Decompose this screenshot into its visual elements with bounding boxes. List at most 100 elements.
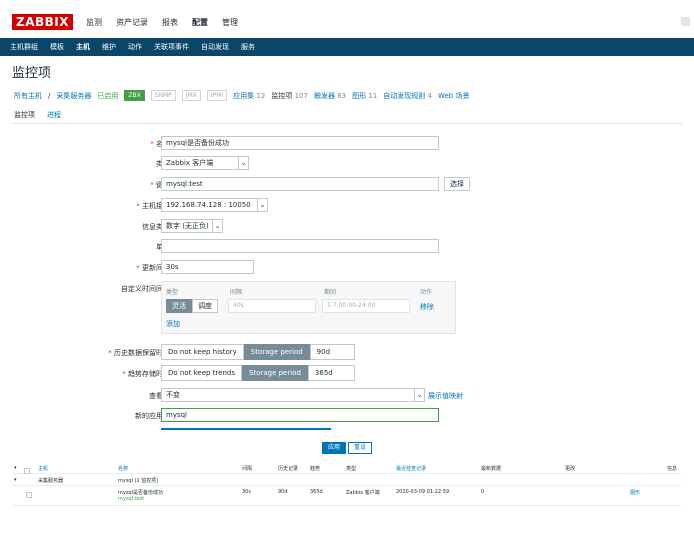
group-host: 采集服务器 — [38, 478, 64, 484]
custom-col-type: 类型 — [166, 289, 179, 296]
key-row: * 键值 mysql.test 选择 — [12, 177, 682, 191]
top-menu-reports[interactable]: 报表 — [162, 17, 178, 28]
col-lastcheck[interactable]: 最近检查记录 — [396, 465, 426, 472]
col-interval: 间隔 — [242, 466, 253, 472]
subnav-correlation[interactable]: 关联项事件 — [154, 42, 189, 52]
show-valuemap-link[interactable]: 展示值映射 — [428, 391, 463, 401]
top-menu-configuration[interactable]: 配置 — [192, 17, 208, 28]
subnav-actions[interactable]: 动作 — [128, 42, 142, 52]
col-type: 类型 — [346, 466, 357, 472]
breadcrumb-applications[interactable]: 应用集 12 — [233, 91, 265, 101]
row-graph-link[interactable]: 图形 — [630, 489, 640, 496]
trend-no-keep-button[interactable]: Do not keep trends — [161, 365, 242, 381]
subnav-maintenance[interactable]: 维护 — [102, 42, 116, 52]
info-type-row: 信息类型 数字 (无正负) ⌄ — [12, 219, 682, 233]
row-checkbox[interactable] — [26, 492, 32, 498]
user-icon[interactable] — [681, 17, 690, 26]
top-menu: 监测 资产记录 报表 配置 管理 — [86, 17, 238, 28]
col-trends: 趋势 — [310, 466, 321, 472]
info-type-select[interactable]: 数字 (无正负) ⌄ — [161, 219, 223, 233]
lower-action-bar: 应用 重设 — [12, 440, 682, 456]
history-no-keep-button[interactable]: Do not keep history — [161, 344, 244, 360]
breadcrumb-graphs[interactable]: 图形 11 — [352, 91, 377, 101]
row-trends: 365d — [310, 489, 323, 495]
top-menu-administration[interactable]: 管理 — [222, 17, 238, 28]
subnav-hosts[interactable]: 主机 — [76, 42, 90, 52]
name-row: * 名称 mysql是否备份成功 — [12, 136, 682, 150]
chevron-down-icon: ⌄ — [238, 157, 248, 169]
unit-row: 单位 — [12, 239, 682, 253]
history-row: * 历史数据保留时长 Do not keep history Storage p… — [12, 344, 682, 360]
breadcrumb-triggers[interactable]: 触发器 63 — [314, 91, 346, 101]
col-info: 信息 — [667, 466, 678, 472]
row-history: 90d — [278, 489, 288, 495]
interface-select[interactable]: 192.168.74.128 : 10050 ⌄ — [161, 198, 268, 212]
collapse-icon[interactable]: ▾ — [14, 477, 17, 483]
row-type: Zabbix 客户端 — [346, 490, 380, 496]
table-header: ▾ 主机 名称 间隔 历史记录 趋势 类型 最近检查记录 最新数据 更改 信息 — [12, 462, 682, 474]
trend-input[interactable]: 365d — [307, 365, 355, 381]
host-status[interactable]: 已启用 — [97, 91, 118, 101]
breadcrumb-web[interactable]: Web 场景 — [438, 91, 470, 101]
history-input[interactable]: 90d — [309, 344, 355, 360]
subnav-host-groups[interactable]: 主机群组 — [10, 42, 38, 52]
custom-remove-link[interactable]: 移除 — [420, 302, 434, 312]
history-storage-button[interactable]: Storage period — [243, 344, 310, 360]
breadcrumb-host[interactable]: 采集服务器 — [56, 91, 91, 101]
interval-input[interactable]: 30s — [161, 260, 254, 274]
subnav-discovery[interactable]: 自动发现 — [201, 42, 229, 52]
snmp-tag: SNMP — [150, 90, 176, 101]
row-key: mysql.test — [118, 496, 145, 502]
top-menu-monitoring[interactable]: 监测 — [86, 17, 102, 28]
custom-type-toggle: 灵活 调度 — [166, 299, 218, 313]
group-name: mysql (1 监控项) — [118, 478, 159, 484]
group-row: ▾ 采集服务器 mysql (1 监控项) — [12, 474, 682, 486]
subnav-services[interactable]: 服务 — [241, 42, 255, 52]
custom-interval-input[interactable]: 50s — [228, 299, 316, 313]
application-list-scroll[interactable] — [161, 428, 331, 430]
unit-input[interactable] — [161, 239, 439, 253]
key-select-button[interactable]: 选择 — [444, 177, 470, 191]
col-name[interactable]: 名称 — [118, 465, 128, 472]
top-menu-inventory[interactable]: 资产记录 — [116, 17, 148, 28]
col-host[interactable]: 主机 — [38, 465, 48, 472]
scheduling-button[interactable]: 调度 — [192, 299, 218, 313]
new-app-input[interactable]: mysql — [161, 408, 439, 422]
type-row: 类型 Zabbix 客户端⌄ — [12, 156, 682, 170]
custom-period-input[interactable]: 1-7,00:00-24:00 — [322, 299, 410, 313]
row-interval: 30s — [242, 489, 251, 495]
valuemap-select[interactable]: 不变 ⌄ — [161, 388, 425, 402]
zabbix-logo[interactable]: ZABBIX — [12, 14, 73, 30]
col-history: 历史记录 — [278, 466, 299, 472]
page-title: 监控项 — [12, 66, 52, 81]
subnav-templates[interactable]: 模板 — [50, 42, 64, 52]
interface-row: * 主机接口 192.168.74.128 : 10050 ⌄ — [12, 198, 682, 212]
key-input[interactable]: mysql.test — [161, 177, 439, 191]
custom-add-link[interactable]: 添加 — [166, 319, 180, 329]
row-name: mysql是否备份成功 — [118, 490, 163, 496]
breadcrumb-items[interactable]: 监控项 107 — [271, 91, 308, 101]
breadcrumb-all-hosts[interactable]: 所有主机 — [14, 91, 42, 101]
zbx-tag: ZBX — [124, 90, 145, 101]
type-select[interactable]: Zabbix 客户端 ⌄ — [161, 156, 249, 170]
chevron-down-icon: ⌄ — [414, 389, 424, 401]
ipmi-tag: IPMI — [206, 90, 228, 101]
col-lastvalue: 最新数据 — [481, 466, 502, 472]
col-change: 更改 — [565, 466, 576, 472]
row-lastcheck: 2020-03-09 01:22:59 — [396, 489, 450, 495]
jmx-tag: JMX — [181, 90, 201, 101]
flexible-button[interactable]: 灵活 — [166, 299, 192, 313]
custom-col-action: 动作 — [420, 289, 433, 296]
trend-row: * 趋势存储时间 Do not keep trends Storage peri… — [12, 365, 682, 381]
trend-storage-button[interactable]: Storage period — [241, 365, 308, 381]
interval-row: * 更新间隔 30s — [12, 260, 682, 274]
new-app-row: 新的应用集 mysql — [12, 408, 682, 422]
breadcrumb-discovery[interactable]: 自动发现规则 4 — [383, 91, 432, 101]
name-input[interactable]: mysql是否备份成功 — [161, 136, 439, 150]
expand-all-icon[interactable]: ▾ — [14, 465, 17, 471]
table-row: mysql是否备份成功 mysql.test 30s 90d 365d Zabb… — [12, 486, 682, 506]
sub-nav: 主机群组 模板 主机 维护 动作 关联项事件 自动发现 服务 — [0, 38, 694, 56]
reset-button[interactable]: 重设 — [348, 442, 373, 454]
apply-button[interactable]: 应用 — [322, 442, 347, 454]
breadcrumb-sep: / — [48, 91, 51, 100]
